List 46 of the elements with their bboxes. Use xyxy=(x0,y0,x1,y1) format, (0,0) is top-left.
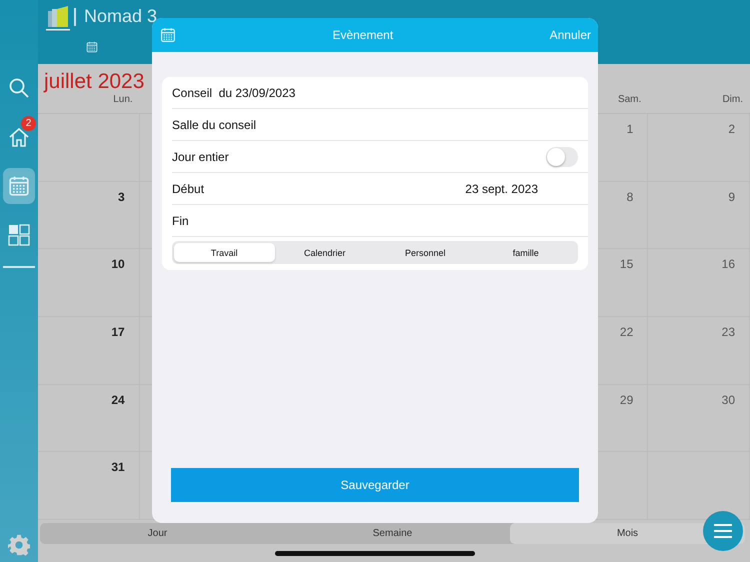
category-segment[interactable]: famille xyxy=(476,243,576,262)
month-title: juillet 2023 xyxy=(44,70,144,94)
view-tab[interactable]: Semaine xyxy=(275,523,510,544)
home-icon xyxy=(8,126,30,148)
sidebar-item[interactable] xyxy=(3,168,35,204)
start-date[interactable]: 23 sept. 2023 xyxy=(465,182,538,196)
field-label: Jour entier xyxy=(172,150,229,164)
location-field[interactable]: Salle du conseil xyxy=(172,118,578,132)
field-label: Fin xyxy=(172,214,189,228)
day-number: 24 xyxy=(111,392,126,409)
calendar-icon xyxy=(8,175,30,197)
title-field[interactable]: Conseil du 23/09/2023 xyxy=(172,86,578,100)
category-segment[interactable]: Travail xyxy=(174,243,274,262)
category-segment[interactable]: Calendrier xyxy=(274,243,375,262)
category-segment[interactable]: Personnel xyxy=(375,243,476,262)
day-number: 3 xyxy=(118,190,126,206)
view-tab[interactable]: Jour xyxy=(40,523,275,544)
all-day-toggle[interactable] xyxy=(546,146,578,166)
day-number: 16 xyxy=(722,257,736,274)
settings-icon[interactable] xyxy=(8,534,30,556)
day-number: 10 xyxy=(111,257,126,274)
dialog-title: Evènement xyxy=(331,28,394,42)
day-number: 31 xyxy=(111,460,126,476)
sidebar-item[interactable]: 2 xyxy=(3,119,35,155)
weekday-header: Lun. xyxy=(113,94,134,107)
field-label: Début xyxy=(172,182,204,196)
weekday-header: Dim. xyxy=(722,94,744,107)
calendar-icon xyxy=(160,27,176,43)
weekday-header: Sam. xyxy=(618,94,642,107)
day-number: 15 xyxy=(620,257,634,274)
calendar-icon xyxy=(86,41,98,53)
day-number: 8 xyxy=(626,190,634,206)
grid-icon xyxy=(8,224,30,246)
day-number: 17 xyxy=(111,325,126,342)
day-number: 1 xyxy=(626,122,634,138)
day-number: 2 xyxy=(728,122,736,138)
search-icon xyxy=(8,77,30,99)
day-number: 22 xyxy=(620,325,634,342)
day-number: 29 xyxy=(620,392,634,409)
day-number: 9 xyxy=(728,190,736,206)
day-number: 23 xyxy=(722,325,736,342)
day-number: 30 xyxy=(722,392,736,409)
logo-icon xyxy=(46,5,70,31)
menu-icon xyxy=(714,523,732,539)
notification-badge: 2 xyxy=(21,116,36,131)
app-title: Nomad 3 xyxy=(84,6,158,27)
